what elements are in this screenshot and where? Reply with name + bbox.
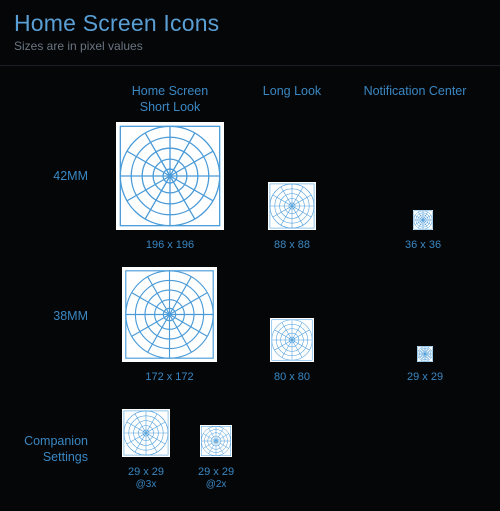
cell-companion-a: 29 x 29 @3x — [122, 409, 170, 490]
grid-wheel-icon — [413, 210, 433, 230]
grid-wheel-icon — [116, 122, 224, 230]
row-label-companion: CompanionSettings — [0, 434, 88, 465]
icon-caption-main: 29 x 29 — [198, 466, 234, 478]
icon-box — [122, 409, 170, 457]
icon-caption: 172 x 172 — [122, 371, 217, 383]
icon-caption: 196 x 196 — [116, 239, 224, 251]
icon-caption: 29 x 29 — [407, 371, 443, 383]
icon-box — [268, 182, 316, 230]
icon-caption: 29 x 29 @3x — [122, 466, 170, 490]
icon-caption: 88 x 88 — [268, 239, 316, 251]
cell-38mm-notif: 29 x 29 — [407, 346, 443, 383]
icon-caption: 29 x 29 @2x — [198, 466, 234, 490]
grid-wheel-icon — [122, 267, 217, 362]
cell-38mm-home: 172 x 172 — [122, 267, 217, 383]
icon-caption: 80 x 80 — [270, 371, 314, 383]
row-label-42mm: 42MM — [0, 169, 88, 185]
grid-wheel-icon — [122, 409, 170, 457]
icon-box — [122, 267, 217, 362]
icon-box — [413, 210, 433, 230]
cell-42mm-home: 196 x 196 — [116, 122, 224, 251]
row-label-38mm: 38MM — [0, 309, 88, 325]
cell-42mm-long: 88 x 88 — [268, 182, 316, 251]
col-header-home-short: Home ScreenShort Look — [110, 84, 230, 115]
header: Home Screen Icons Sizes are in pixel val… — [0, 0, 500, 57]
icon-caption-main: 29 x 29 — [128, 466, 164, 478]
icon-box — [116, 122, 224, 230]
icon-caption-sub: @3x — [122, 479, 170, 490]
col-header-long-look: Long Look — [252, 84, 332, 100]
icon-caption: 36 x 36 — [405, 239, 441, 251]
cell-38mm-long: 80 x 80 — [270, 318, 314, 383]
cell-companion-b: 29 x 29 @2x — [198, 425, 234, 490]
icon-box — [270, 318, 314, 362]
grid-wheel-icon — [417, 346, 433, 362]
cell-42mm-notif: 36 x 36 — [405, 210, 441, 251]
page-subtitle: Sizes are in pixel values — [14, 39, 486, 53]
col-header-notification: Notification Center — [350, 84, 480, 100]
icon-box — [200, 425, 232, 457]
grid-wheel-icon — [268, 182, 316, 230]
grid-wheel-icon — [200, 425, 232, 457]
grid-wheel-icon — [270, 318, 314, 362]
page-title: Home Screen Icons — [14, 10, 486, 37]
divider — [0, 65, 500, 66]
icon-caption-sub: @2x — [198, 479, 234, 490]
icon-box — [417, 346, 433, 362]
